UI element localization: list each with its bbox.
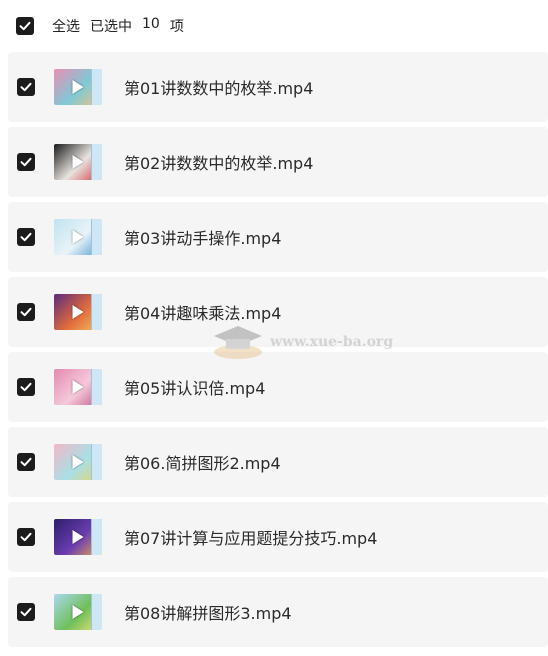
thumbnail-sidebar (91, 444, 102, 480)
file-checkbox[interactable] (17, 153, 35, 171)
select-all-bar: 全选 已选中 10 项 (0, 0, 548, 52)
file-name: 第06.简拼图形2.mp4 (124, 454, 281, 473)
file-name: 第01讲数数中的枚举.mp4 (124, 79, 314, 98)
video-thumbnail[interactable] (54, 69, 102, 105)
selected-suffix: 项 (169, 19, 184, 35)
checkmark-icon (20, 157, 32, 167)
play-icon (72, 380, 84, 394)
file-checkbox[interactable] (17, 528, 35, 546)
video-thumbnail[interactable] (54, 294, 102, 330)
video-thumbnail[interactable] (54, 444, 102, 480)
file-row[interactable]: 第03讲动手操作.mp4 (8, 202, 548, 272)
file-checkbox[interactable] (17, 228, 35, 246)
file-row[interactable]: 第06.简拼图形2.mp4 (8, 427, 548, 497)
file-name: 第04讲趣味乘法.mp4 (124, 304, 282, 323)
file-name: 第07讲计算与应用题提分技巧.mp4 (124, 529, 378, 548)
file-checkbox[interactable] (17, 78, 35, 96)
video-thumbnail[interactable] (54, 519, 102, 555)
file-checkbox[interactable] (17, 453, 35, 471)
selection-summary: 全选 已选中 10 项 (52, 16, 184, 36)
file-checkbox[interactable] (17, 303, 35, 321)
play-icon (72, 605, 84, 619)
file-row[interactable]: 第02讲数数中的枚举.mp4 (8, 127, 548, 197)
thumbnail-sidebar (91, 219, 102, 255)
thumbnail-sidebar (91, 594, 102, 630)
video-thumbnail[interactable] (54, 594, 102, 630)
checkmark-icon (20, 82, 32, 92)
selected-count: 10 (142, 16, 160, 32)
file-name: 第03讲动手操作.mp4 (124, 229, 282, 248)
video-thumbnail[interactable] (54, 144, 102, 180)
checkmark-icon (20, 382, 32, 392)
file-name: 第02讲数数中的枚举.mp4 (124, 154, 314, 173)
video-thumbnail[interactable] (54, 369, 102, 405)
thumbnail-sidebar (91, 519, 102, 555)
select-all-checkbox[interactable] (16, 17, 34, 35)
checkmark-icon (20, 307, 32, 317)
select-all-label[interactable]: 全选 (52, 16, 80, 36)
file-checkbox[interactable] (17, 378, 35, 396)
file-row[interactable]: 第05讲认识倍.mp4 (8, 352, 548, 422)
checkmark-icon (19, 21, 31, 31)
thumbnail-sidebar (91, 144, 102, 180)
play-icon (72, 455, 84, 469)
file-row[interactable]: 第04讲趣味乘法.mp4 (8, 277, 548, 347)
thumbnail-sidebar (91, 294, 102, 330)
play-icon (72, 530, 84, 544)
play-icon (72, 80, 84, 94)
file-row[interactable]: 第08讲解拼图形3.mp4 (8, 577, 548, 647)
file-name: 第05讲认识倍.mp4 (124, 379, 266, 398)
play-icon (72, 305, 84, 319)
file-list: 第01讲数数中的枚举.mp4 第02讲数数中的枚举.mp4 第03讲动手操作.mp4… (0, 52, 548, 652)
file-row[interactable]: 第01讲数数中的枚举.mp4 (8, 52, 548, 122)
play-icon (72, 230, 84, 244)
checkmark-icon (20, 232, 32, 242)
selected-prefix: 已选中 (90, 19, 132, 35)
checkmark-icon (20, 532, 32, 542)
file-name: 第08讲解拼图形3.mp4 (124, 604, 292, 623)
file-checkbox[interactable] (17, 603, 35, 621)
play-icon (72, 155, 84, 169)
checkmark-icon (20, 607, 32, 617)
thumbnail-sidebar (91, 369, 102, 405)
file-row[interactable]: 第07讲计算与应用题提分技巧.mp4 (8, 502, 548, 572)
video-thumbnail[interactable] (54, 219, 102, 255)
thumbnail-sidebar (91, 69, 102, 105)
checkmark-icon (20, 457, 32, 467)
